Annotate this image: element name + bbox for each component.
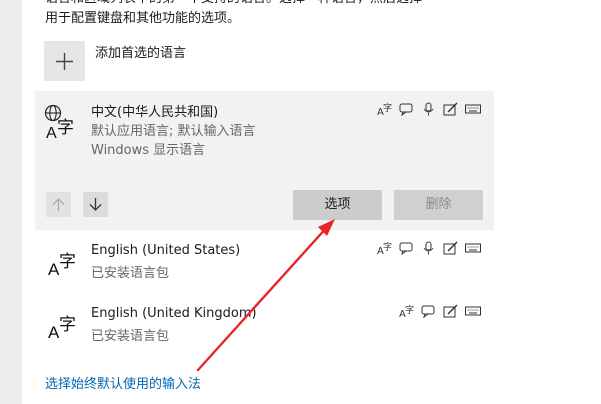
microphone-icon <box>421 240 437 255</box>
svg-text:字: 字 <box>383 241 392 253</box>
language-status: 已安装语言包 <box>91 329 170 344</box>
handwriting-icon: A字 <box>377 101 393 118</box>
feature-icons: A字 <box>377 240 481 257</box>
keyboard-icon <box>465 303 481 317</box>
left-strip <box>0 0 22 404</box>
feature-icons: A字 <box>377 101 481 118</box>
speech-bubble-icon <box>399 101 415 117</box>
speech-bubble-icon <box>421 303 437 319</box>
svg-text:字: 字 <box>59 252 76 272</box>
language-icon: A 字 <box>48 252 76 277</box>
svg-text:字: 字 <box>383 102 392 114</box>
language-name[interactable]: English (United States) <box>91 243 240 258</box>
intro-line-1: 语言和区域列表中的第一个支持的语言。选择一种语言，然后选择 <box>45 0 505 9</box>
handwriting-icon: A字 <box>377 240 393 257</box>
svg-text:字: 字 <box>405 304 414 316</box>
svg-text:A: A <box>46 125 57 140</box>
intro-text: 语言和区域列表中的第一个支持的语言。选择一种语言，然后选择 用于配置键盘和其他功… <box>45 0 505 29</box>
arrow-down-icon <box>89 198 102 211</box>
microphone-icon <box>421 101 437 116</box>
remove-button[interactable]: 删除 <box>394 190 483 220</box>
default-input-method-link[interactable]: 选择始终默认使用的输入法 <box>45 373 201 392</box>
add-language-label[interactable]: 添加首选的语言 <box>95 42 186 61</box>
options-button[interactable]: 选项 <box>293 190 382 220</box>
svg-text:字: 字 <box>59 315 76 335</box>
language-status: 已安装语言包 <box>91 266 170 281</box>
plus-icon <box>56 53 73 70</box>
language-status: 默认应用语言; 默认输入语言 <box>91 124 256 139</box>
language-icon: A 字 <box>48 315 76 340</box>
keyboard-icon <box>465 101 481 115</box>
pen-icon <box>443 303 459 318</box>
speech-bubble-icon <box>399 240 415 256</box>
language-name: 中文(中华人民共和国) <box>91 105 219 120</box>
svg-text:字: 字 <box>57 118 74 138</box>
keyboard-icon <box>465 240 481 254</box>
language-status: Windows 显示语言 <box>91 143 206 158</box>
feature-icons: A字 <box>399 303 481 320</box>
language-globe-icon: A 字 <box>44 104 74 140</box>
pen-icon <box>443 101 459 116</box>
pen-icon <box>443 240 459 255</box>
move-up-button[interactable] <box>46 192 71 217</box>
arrow-up-icon <box>52 198 65 211</box>
add-language-button[interactable] <box>44 41 85 81</box>
move-down-button[interactable] <box>83 192 108 217</box>
handwriting-icon: A字 <box>399 303 415 320</box>
intro-line-2: 用于配置键盘和其他功能的选项。 <box>45 11 241 26</box>
language-name[interactable]: English (United Kingdom) <box>91 306 257 321</box>
